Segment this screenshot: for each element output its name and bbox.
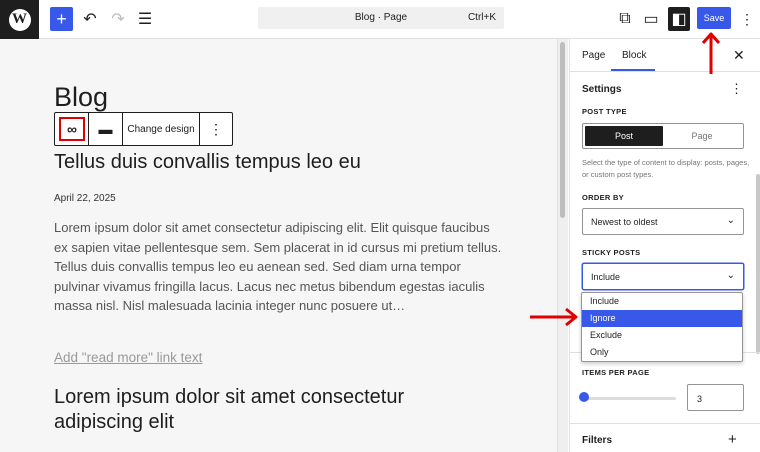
post-title[interactable]: Tellus duis convallis tempus leo eu [54, 151, 361, 174]
read-more-link-placeholder[interactable]: Add "read more" link text [54, 350, 202, 365]
tab-block[interactable]: Block [622, 50, 646, 61]
save-button[interactable]: Save [697, 7, 731, 29]
add-filter-plus-icon[interactable]: + [728, 431, 737, 448]
sidebar-scrollbar[interactable] [756, 174, 760, 354]
sidebar-toggle-icon: ◧ [671, 11, 687, 28]
post-type-help: Select the type of content to display: p… [582, 158, 750, 179]
post-type-label: POST TYPE [582, 107, 627, 116]
annotation-arrow-right-icon [530, 307, 578, 327]
order-by-select[interactable]: Newest to oldest ⌄ [582, 208, 744, 235]
list-view-icon: ☰ [137, 11, 153, 28]
sticky-option-exclude[interactable]: Exclude [582, 327, 742, 344]
block-toolbar: ∞ ▬ Change design ⋮ [54, 112, 233, 146]
link-icon: ∞ [59, 117, 85, 141]
chevron-down-icon: ⌄ [726, 270, 735, 281]
settings-heading: Settings [582, 84, 622, 95]
block-options-button[interactable]: ⋮ [200, 113, 232, 145]
section-divider [570, 423, 760, 424]
post-title[interactable]: Lorem ipsum dolor sit amet consectetur a… [54, 385, 474, 435]
order-by-value: Newest to oldest [591, 217, 658, 227]
editor-header: W + ↶ ↷ ☰ Blog · Page Ctrl+K ⧉ ▭ ◧ Save … [0, 0, 760, 39]
redo-icon: ↷ [111, 11, 125, 28]
post-type-option-page[interactable]: Page [663, 126, 741, 146]
sticky-posts-value: Include [591, 272, 621, 282]
vertical-dots-icon: ⋮ [740, 10, 754, 27]
align-icon: ▬ [98, 121, 113, 137]
redo-button[interactable]: ↷ [108, 7, 128, 31]
sticky-posts-select[interactable]: Include ⌄ [582, 263, 744, 290]
items-per-page-slider-handle[interactable] [579, 392, 589, 402]
view-page-button[interactable]: ⧉ [616, 7, 634, 31]
plus-icon: + [56, 8, 67, 29]
tab-page[interactable]: Page [582, 50, 605, 61]
settings-toggle-button[interactable]: ◧ [668, 7, 690, 31]
command-shortcut: Ctrl+K [467, 12, 496, 23]
sidebar-tabs: Page Block ✕ [570, 39, 760, 72]
items-per-page-input[interactable]: 3 [687, 384, 744, 411]
sticky-option-include[interactable]: Include [582, 293, 742, 310]
command-palette-bar[interactable]: Blog · Page Ctrl+K [258, 7, 504, 29]
settings-sidebar: Page Block ✕ Settings ⋮ POST TYPE Post P… [569, 39, 760, 452]
canvas-scrollbar-thumb[interactable] [560, 42, 565, 218]
change-design-button[interactable]: Change design [123, 113, 200, 145]
chevron-down-icon: ⌄ [726, 215, 735, 226]
undo-button[interactable]: ↶ [80, 7, 100, 31]
items-per-page-value: 3 [697, 394, 703, 404]
desktop-icon: ▭ [643, 11, 659, 28]
filters-heading: Filters [582, 435, 613, 446]
align-button[interactable]: ▬ [89, 113, 123, 145]
close-icon[interactable]: ✕ [733, 47, 745, 64]
post-excerpt[interactable]: Lorem ipsum dolor sit amet consectetur a… [54, 218, 504, 316]
post-date: April 22, 2025 [54, 193, 116, 204]
page-title[interactable]: Blog [54, 82, 108, 113]
vertical-dots-icon: ⋮ [209, 120, 223, 137]
items-per-page-label: ITEMS PER PAGE [582, 368, 650, 377]
post-type-option-post[interactable]: Post [585, 126, 663, 146]
active-tab-indicator [611, 69, 655, 71]
sticky-posts-dropdown: Include Ignore Exclude Only [581, 292, 743, 362]
add-block-button[interactable]: + [50, 7, 73, 31]
annotation-arrow-up-icon [701, 32, 721, 74]
sticky-posts-label: STICKY POSTS [582, 248, 641, 257]
document-overview-button[interactable]: ☰ [134, 7, 156, 31]
options-menu-button[interactable]: ⋮ [740, 7, 754, 31]
device-preview-button[interactable]: ▭ [642, 7, 660, 31]
link-button[interactable]: ∞ [55, 113, 89, 145]
external-link-icon: ⧉ [619, 10, 631, 27]
vertical-dots-icon[interactable]: ⋮ [730, 81, 743, 97]
wordpress-logo-button[interactable]: W [0, 0, 39, 39]
sticky-option-ignore[interactable]: Ignore [582, 310, 742, 327]
items-per-page-slider-track[interactable] [584, 397, 676, 400]
post-type-toggle: Post Page [582, 123, 744, 149]
sticky-option-only[interactable]: Only [582, 344, 742, 361]
wordpress-logo-icon: W [8, 8, 31, 31]
undo-icon: ↶ [83, 11, 97, 28]
order-by-label: ORDER BY [582, 193, 624, 202]
